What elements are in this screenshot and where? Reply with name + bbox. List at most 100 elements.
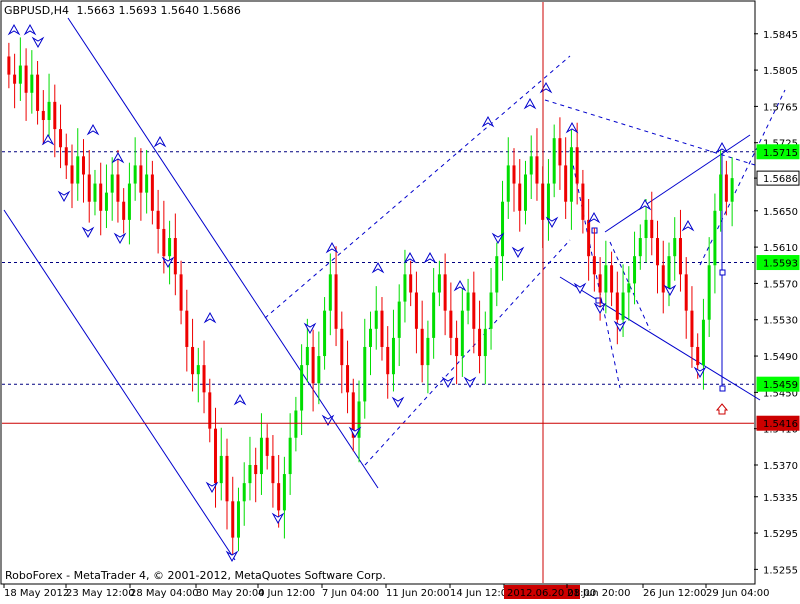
candle-body-101	[587, 219, 591, 257]
price-label-1: 1.5686	[763, 174, 798, 185]
candle-body-65	[380, 310, 384, 347]
candle-body-32	[191, 346, 195, 375]
fractal-up-marker-7	[233, 393, 247, 406]
candle-body-92	[535, 156, 539, 184]
candle-body-125	[724, 174, 728, 202]
candle-body-38	[225, 455, 229, 502]
candle-body-16	[99, 183, 103, 211]
candle-body-58	[340, 328, 344, 366]
fractal-up-marker-14	[523, 97, 537, 110]
fractal-up-marker-13	[481, 115, 495, 128]
candle-body-98	[569, 147, 573, 202]
candle-body-47	[277, 483, 281, 511]
candle-body-75	[437, 274, 441, 293]
time-axis: 18 May 201223 May 12:0028 May 04:0030 Ma…	[3, 584, 770, 599]
candles	[7, 37, 734, 559]
candle-body-21	[127, 183, 131, 220]
x-tick-label-2: 28 May 04:00	[130, 588, 199, 599]
ohlc-readout: 1.5663 1.5693 1.5640 1.5686	[76, 4, 241, 17]
candle-body-76	[443, 274, 447, 311]
projection-node-d	[719, 385, 726, 392]
price-label-0: 1.5715	[763, 148, 798, 159]
candle-body-41	[242, 483, 246, 502]
candle-body-2	[18, 65, 22, 84]
candle-body-123	[713, 210, 717, 266]
y-tick-label-14: 1.5295	[763, 529, 798, 540]
candle-body-113	[656, 238, 660, 266]
candle-body-5	[36, 74, 40, 111]
candle-body-18	[110, 174, 114, 193]
x-tick-label-3: 30 May 20:00	[196, 588, 265, 599]
candle-body-48	[282, 474, 286, 511]
candle-body-96	[558, 138, 562, 166]
price-axis: 1.58451.58051.57651.57251.56861.56501.56…	[754, 30, 800, 576]
candle-body-25	[150, 174, 154, 211]
candle-body-27	[162, 228, 166, 257]
candle-body-70	[409, 274, 413, 293]
candle-body-57	[334, 274, 338, 329]
fractal-up-marker-0	[7, 23, 21, 36]
y-tick-label-8: 1.5530	[763, 316, 798, 327]
fractal-markers	[7, 23, 729, 563]
candle-body-10	[64, 147, 68, 166]
fractal-down-marker-6	[225, 550, 239, 563]
candle-body-6	[41, 110, 45, 121]
candle-body-11	[70, 165, 74, 184]
candle-body-29	[173, 238, 177, 275]
candle-body-1	[13, 74, 17, 84]
candle-body-91	[529, 156, 533, 175]
fractal-up-marker-6	[203, 311, 217, 324]
candle-body-106	[615, 292, 619, 320]
candle-body-84	[489, 292, 493, 329]
fractal-up-marker-20	[715, 141, 729, 154]
candle-body-68	[397, 301, 401, 338]
candle-body-81	[472, 292, 476, 329]
fractal-down-marker-3	[113, 232, 127, 245]
chart-window[interactable]: 1.58451.58051.57651.57251.56861.56501.56…	[0, 0, 800, 600]
fractal-up-marker-12	[453, 279, 467, 292]
candle-body-54	[317, 356, 321, 384]
y-tick-label-0: 1.5845	[763, 30, 798, 41]
candle-body-22	[133, 165, 137, 184]
candle-body-115	[667, 256, 671, 293]
fractal-down-marker-2	[81, 226, 95, 239]
candle-body-78	[455, 337, 459, 357]
candle-body-66	[386, 346, 390, 375]
fractal-up-marker-2	[41, 133, 55, 146]
candle-body-116	[673, 238, 677, 257]
candle-body-53	[311, 346, 315, 384]
candle-body-20	[122, 201, 126, 220]
candle-body-108	[627, 283, 631, 293]
candle-body-126	[730, 178, 734, 202]
y-tick-label-2: 1.5765	[763, 102, 798, 113]
candle-body-33	[196, 365, 200, 375]
candle-body-17	[104, 192, 108, 211]
symbol-label: GBPUSD,H4	[4, 4, 69, 17]
y-tick-label-6: 1.5610	[763, 243, 798, 254]
triangle-upper	[604, 134, 751, 233]
fractal-up-marker-5	[153, 135, 167, 148]
candle-body-12	[76, 156, 80, 184]
candle-body-45	[265, 437, 269, 456]
candle-body-103	[598, 274, 602, 293]
candle-body-43	[254, 464, 258, 475]
candle-body-9	[59, 129, 63, 148]
candle-body-124	[719, 174, 723, 211]
candle-body-119	[690, 310, 694, 347]
x-tick-label-11: 29 Jun 04:00	[706, 588, 770, 599]
candle-body-69	[403, 274, 407, 302]
candle-body-83	[483, 328, 487, 357]
price-chart[interactable]: 1.58451.58051.57651.57251.56861.56501.56…	[0, 0, 800, 600]
candle-body-3	[24, 65, 28, 93]
candle-body-13	[81, 156, 85, 175]
candle-body-52	[305, 346, 309, 366]
candle-body-97	[564, 165, 568, 202]
candle-body-79	[460, 310, 464, 357]
candle-body-87	[506, 165, 510, 202]
candle-body-82	[478, 328, 482, 357]
candle-body-67	[391, 337, 395, 375]
candle-body-50	[294, 410, 298, 438]
candle-body-94	[546, 183, 550, 220]
copyright-label: RoboForex - MetaTrader 4, © 2001-2012, M…	[5, 569, 386, 582]
fractal-up-marker-3	[86, 123, 100, 136]
